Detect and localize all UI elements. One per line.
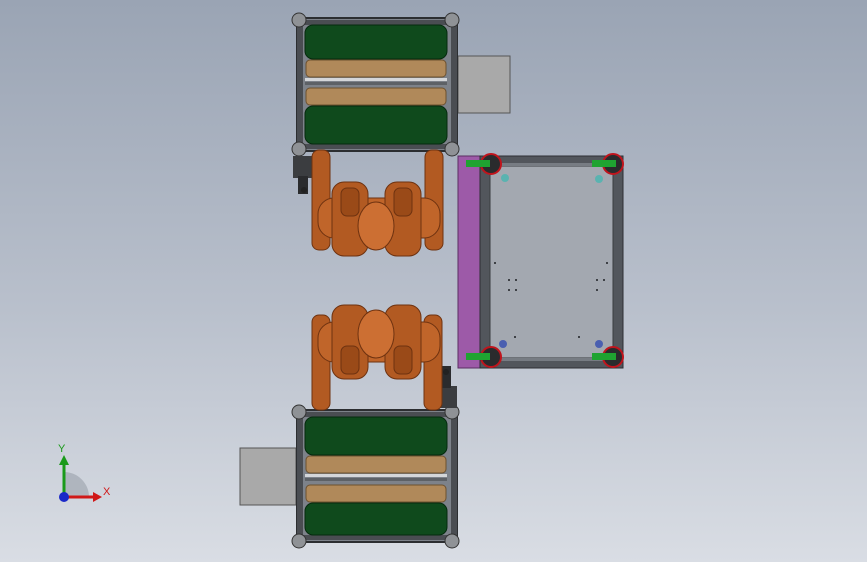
plank-top-1 bbox=[305, 59, 447, 78]
plank-bottom-1 bbox=[305, 455, 447, 474]
cad-viewport[interactable] bbox=[0, 0, 867, 562]
robot-arm-bottom[interactable] bbox=[311, 304, 457, 411]
motor-box-bottom bbox=[239, 447, 297, 506]
belt-top-upper bbox=[304, 24, 448, 60]
plank-bottom-2 bbox=[305, 484, 447, 503]
bottom-conveyor[interactable] bbox=[239, 404, 460, 549]
work-table[interactable] bbox=[457, 153, 624, 369]
top-conveyor[interactable] bbox=[291, 12, 511, 157]
belt-bottom-upper bbox=[304, 416, 448, 456]
orientation-triad bbox=[59, 455, 102, 502]
plank-top-2 bbox=[305, 87, 447, 106]
belt-bottom-lower bbox=[304, 502, 448, 536]
table-top bbox=[489, 165, 614, 359]
z-axis-icon bbox=[59, 492, 69, 502]
belt-top-lower bbox=[304, 105, 448, 145]
triad-x-label: X bbox=[103, 486, 111, 498]
robot-arm-top[interactable] bbox=[293, 149, 444, 257]
side-panel bbox=[457, 155, 481, 369]
triad-y-label: Y bbox=[58, 443, 66, 455]
motor-box-top bbox=[457, 55, 511, 114]
